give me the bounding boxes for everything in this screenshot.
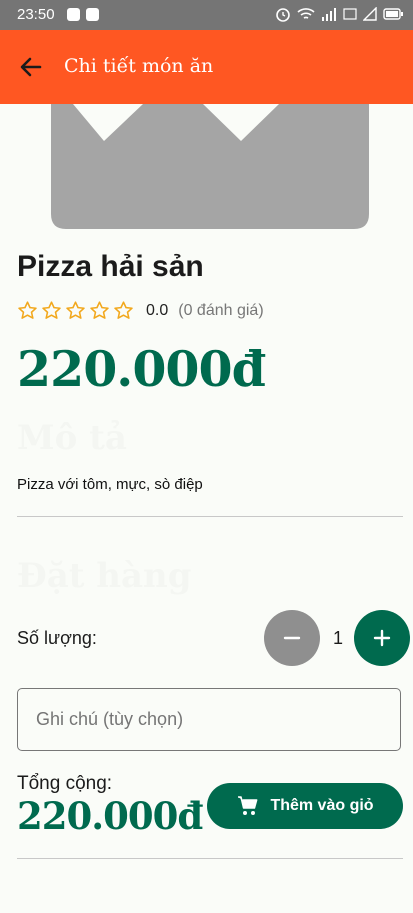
app-bar: Chi tiết món ăn	[0, 30, 413, 104]
description-heading: Mô tả	[17, 418, 127, 458]
signal-icon	[322, 8, 336, 21]
quantity-value: 1	[332, 628, 343, 648]
status-time: 23:50	[17, 6, 55, 23]
star-outline-icon	[42, 301, 61, 319]
notification-icons	[67, 8, 99, 21]
product-image	[51, 104, 369, 229]
total-value: 220.000đ	[17, 794, 203, 838]
quantity-label: Số lượng:	[17, 628, 97, 648]
battery-icon	[383, 8, 403, 20]
divider	[17, 516, 403, 517]
volte-icon	[343, 8, 357, 20]
add-to-cart-label: Thêm vào giỏ	[270, 797, 374, 814]
rating-count: (0 đánh giá)	[178, 301, 264, 319]
decrease-quantity-button[interactable]	[264, 610, 320, 666]
star-rating	[17, 300, 134, 321]
total-label: Tổng cộng:	[17, 773, 113, 794]
star-outline-icon	[66, 301, 85, 319]
star-outline-icon	[18, 301, 37, 319]
status-bar: 23:50	[0, 0, 413, 30]
add-to-cart-button[interactable]: Thêm vào giỏ	[207, 783, 403, 829]
rating-row: 0.0 (0 đánh giá)	[17, 300, 264, 321]
product-name: Pizza hải sản	[17, 250, 204, 283]
page-title: Chi tiết món ăn	[64, 55, 214, 77]
arrow-left-icon[interactable]	[18, 54, 44, 80]
alarm-icon	[276, 8, 290, 22]
minus-icon	[283, 636, 301, 640]
rating-score: 0.0	[146, 301, 169, 319]
notification-icon	[86, 8, 99, 21]
system-icons	[275, 6, 403, 22]
star-outline-icon	[90, 301, 109, 319]
notification-icon	[67, 8, 80, 21]
note-input[interactable]	[17, 688, 401, 751]
divider	[17, 858, 403, 859]
wifi-icon	[297, 8, 315, 19]
cart-icon	[238, 796, 258, 815]
signal-icon	[363, 7, 377, 21]
plus-icon	[373, 629, 391, 647]
star-outline-icon	[114, 301, 133, 319]
increase-quantity-button[interactable]	[354, 610, 410, 666]
order-heading: Đặt hàng	[17, 556, 192, 596]
product-description: Pizza với tôm, mực, sò điệp	[17, 476, 203, 493]
product-price: 220.000đ	[17, 340, 266, 398]
